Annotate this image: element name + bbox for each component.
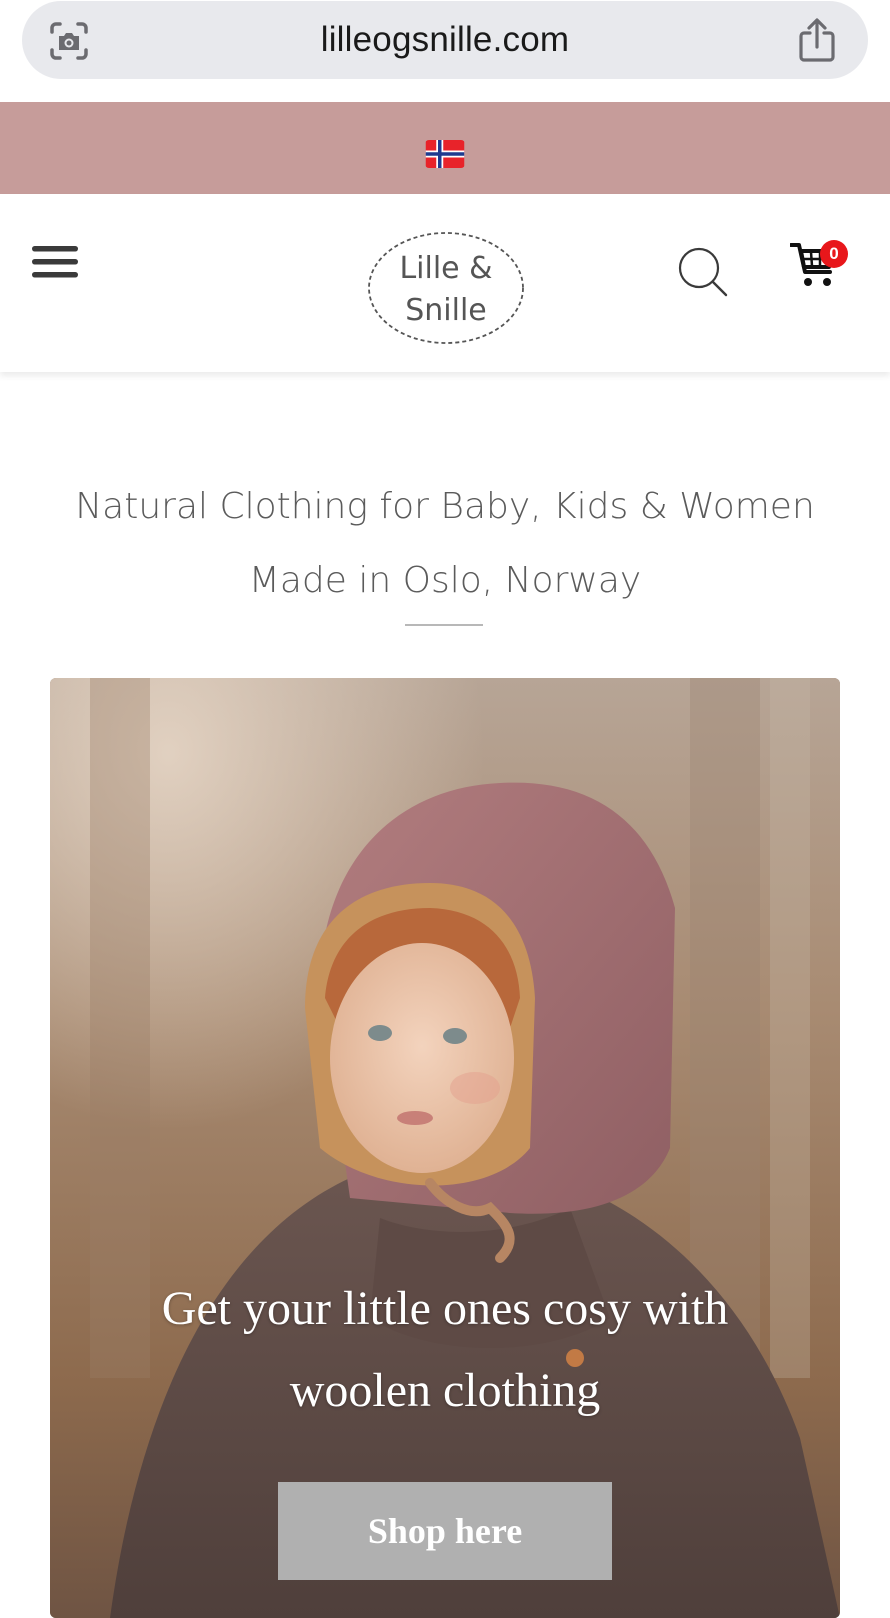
- cart-count-badge: 0: [820, 240, 848, 268]
- url-text[interactable]: lilleogsnille.com: [22, 1, 868, 79]
- hero-banner[interactable]: Get your little ones cosy with woolen cl…: [50, 678, 840, 1618]
- tagline-line-2: Made in Oslo, Norway: [248, 560, 642, 601]
- tagline: Natural Clothing for Baby, Kids & Women …: [0, 470, 890, 618]
- norway-flag-icon[interactable]: [425, 140, 465, 168]
- site-logo[interactable]: Lille & Snille: [366, 230, 526, 346]
- browser-address-area: lilleogsnille.com: [0, 0, 890, 102]
- search-icon[interactable]: [677, 246, 729, 298]
- share-icon[interactable]: [796, 17, 838, 63]
- hero-headline-line-1: Get your little ones cosy with: [161, 1282, 729, 1335]
- hamburger-menu-icon[interactable]: [32, 244, 80, 280]
- cart-button[interactable]: 0: [790, 240, 848, 290]
- logo-line-2: Snille: [405, 293, 487, 328]
- shop-here-button[interactable]: Shop here: [278, 1482, 612, 1580]
- address-bar[interactable]: lilleogsnille.com: [22, 1, 868, 79]
- hero-headline: Get your little ones cosy with woolen cl…: [50, 1268, 840, 1432]
- logo-line-1: Lille &: [399, 251, 492, 286]
- tagline-line-1: Natural Clothing for Baby, Kids & Women: [75, 486, 815, 527]
- language-bar: [0, 102, 890, 194]
- section-divider: [405, 624, 483, 626]
- hero-headline-line-2: woolen clothing: [289, 1364, 601, 1417]
- site-header: Lille & Snille 0: [0, 194, 890, 372]
- hero-photo-child-in-wool-bonnet: [50, 678, 840, 1618]
